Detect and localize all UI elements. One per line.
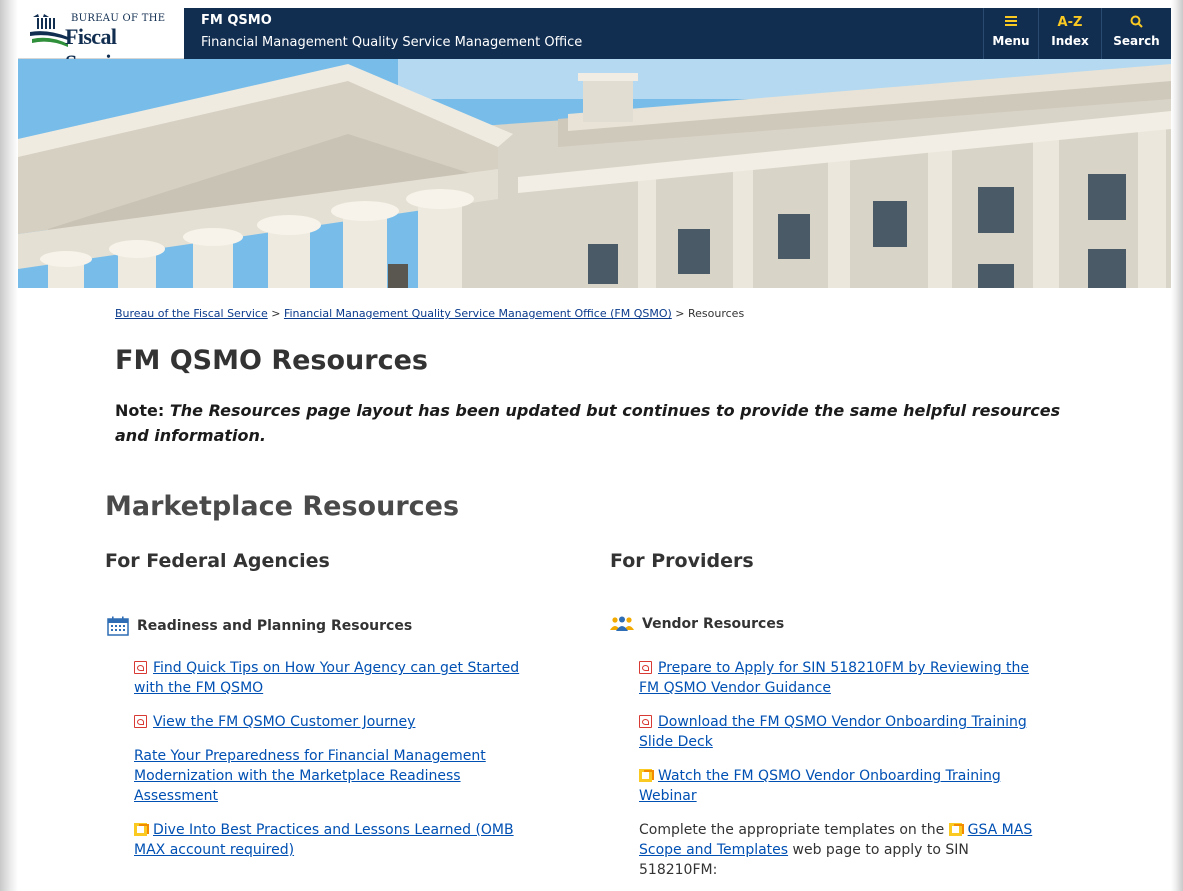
breadcrumb-link-fiscal-service[interactable]: Bureau of the Fiscal Service: [115, 307, 268, 320]
pdf-icon: [639, 715, 652, 728]
site-title[interactable]: FM QSMO: [201, 13, 272, 28]
fiscal-service-logo[interactable]: BUREAU OF THE Fiscal Service: [18, 8, 184, 75]
list-item[interactable]: Find Quick Tips on How Your Agency can g…: [134, 658, 534, 698]
breadcrumb: Bureau of the Fiscal Service > Financial…: [115, 307, 744, 320]
resource-link[interactable]: View the FM QSMO Customer Journey: [153, 714, 415, 730]
menu-icon: [984, 15, 1038, 31]
page-title: FM QSMO Resources: [115, 345, 428, 376]
list-item[interactable]: Rate Your Preparedness for Financial Man…: [134, 746, 534, 806]
menu-button[interactable]: Menu: [984, 8, 1038, 59]
treasury-building-illustration: [18, 59, 1171, 288]
subhead-label: Vendor Resources: [642, 616, 785, 632]
column-title-federal-agencies: For Federal Agencies: [105, 550, 330, 572]
breadcrumb-current: Resources: [688, 307, 745, 320]
resource-link[interactable]: Rate Your Preparedness for Financial Man…: [134, 748, 486, 764]
external-link-icon: [639, 769, 654, 782]
subhead-label: Readiness and Planning Resources: [137, 618, 413, 634]
resource-link[interactable]: Webinar: [639, 788, 697, 804]
hero-image-treasury-building: [18, 59, 1171, 288]
pdf-icon: [639, 661, 652, 674]
breadcrumb-separator: >: [675, 307, 685, 320]
resource-link[interactable]: Dive Into Best Practices and Lessons Lea…: [153, 822, 514, 838]
resource-link[interactable]: with the FM QSMO: [134, 680, 263, 696]
resource-link[interactable]: Assessment: [134, 788, 218, 804]
resource-link[interactable]: MAX account required): [134, 842, 294, 858]
resource-link[interactable]: FM QSMO Vendor Guidance: [639, 680, 831, 696]
search-button[interactable]: Search: [1102, 8, 1171, 59]
resource-link[interactable]: Watch the FM QSMO Vendor Onboarding Trai…: [658, 768, 1001, 784]
search-label: Search: [1113, 34, 1160, 48]
site-subtitle: Financial Management Quality Service Man…: [201, 35, 583, 50]
breadcrumb-separator: >: [271, 307, 281, 320]
az-index-icon: A-Z: [1057, 15, 1083, 30]
list-item[interactable]: Watch the FM QSMO Vendor Onboarding Trai…: [639, 766, 1039, 806]
layout-update-note: Note: The Resources page layout has been…: [115, 398, 1075, 448]
resource-link[interactable]: Slide Deck: [639, 734, 713, 750]
list-item[interactable]: Dive Into Best Practices and Lessons Lea…: [134, 820, 534, 860]
site-header: BUREAU OF THE Fiscal Service FM QSMO Fin…: [18, 8, 1171, 75]
external-link-icon: [134, 823, 149, 836]
list-item[interactable]: Download the FM QSMO Vendor Onboarding T…: [639, 712, 1039, 752]
note-label: Note:: [115, 401, 165, 420]
logo-bureau-text: BUREAU OF THE: [71, 13, 166, 24]
window-shadow-left: [0, 0, 18, 891]
templates-text: 518210FM:: [639, 862, 718, 878]
resource-link[interactable]: Modernization with the Marketplace Readi…: [134, 768, 461, 784]
index-label: Index: [1051, 34, 1089, 48]
templates-paragraph: Complete the appropriate templates on th…: [639, 820, 1039, 880]
menu-label: Menu: [992, 34, 1030, 48]
gsa-mas-link[interactable]: Scope and Templates: [639, 842, 788, 858]
column-title-providers: For Providers: [610, 550, 754, 572]
list-item[interactable]: Prepare to Apply for SIN 518210FM by Rev…: [639, 658, 1039, 698]
pdf-icon: [134, 715, 147, 728]
pdf-icon: [134, 661, 147, 674]
section-title-marketplace-resources: Marketplace Resources: [105, 491, 460, 522]
breadcrumb-link-fm-qsmo[interactable]: Financial Management Quality Service Man…: [284, 307, 672, 320]
search-icon: [1102, 15, 1171, 31]
treasury-building-logo-icon: [30, 14, 68, 47]
window-shadow-right: [1171, 0, 1183, 891]
page: BUREAU OF THE Fiscal Service FM QSMO Fin…: [18, 8, 1171, 891]
agency-resource-list: Find Quick Tips on How Your Agency can g…: [134, 658, 534, 874]
subhead-readiness-planning: Readiness and Planning Resources: [107, 616, 412, 636]
gsa-mas-link[interactable]: GSA MAS: [968, 822, 1033, 838]
templates-text: Complete the appropriate templates on th…: [639, 822, 945, 838]
subhead-vendor-resources: Vendor Resources: [610, 616, 784, 632]
az-index-button[interactable]: A-Z Index: [1039, 8, 1101, 59]
external-link-icon: [948, 823, 964, 836]
provider-resource-list: Prepare to Apply for SIN 518210FM by Rev…: [639, 658, 1039, 891]
list-item[interactable]: View the FM QSMO Customer Journey: [134, 712, 534, 732]
resource-link[interactable]: Prepare to Apply for SIN 518210FM by Rev…: [658, 660, 1029, 676]
people-group-icon: [610, 616, 634, 632]
note-text: The Resources page layout has been updat…: [115, 401, 1061, 445]
resource-link[interactable]: Download the FM QSMO Vendor Onboarding T…: [658, 714, 1027, 730]
resource-link[interactable]: Find Quick Tips on How Your Agency can g…: [153, 660, 519, 676]
templates-text: web page to apply to SIN: [792, 842, 969, 858]
calendar-icon: [107, 616, 129, 636]
